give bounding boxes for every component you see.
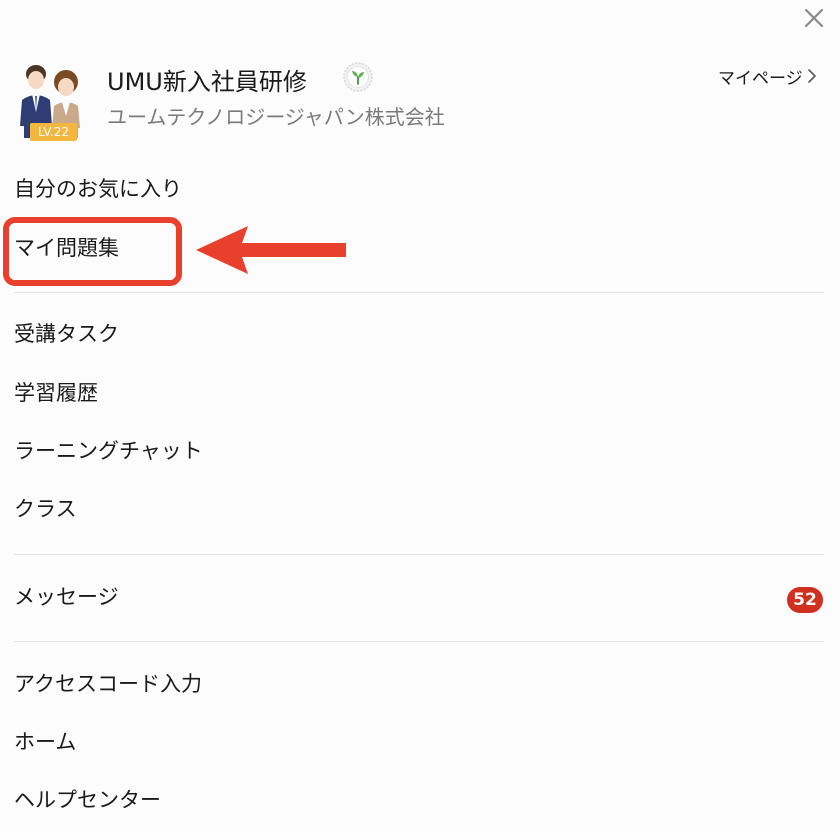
menu-item-class[interactable]: クラス (14, 494, 77, 524)
leaf-emblem-icon (343, 62, 373, 92)
divider (14, 641, 824, 642)
message-count-badge: 52 (787, 587, 823, 613)
mypage-label: マイページ (718, 68, 803, 89)
company-name: ユームテクノロジージャパン株式会社 (107, 105, 445, 129)
divider (14, 554, 824, 555)
course-title: UMU新入社員研修 (107, 68, 307, 96)
menu-item-learning-chat[interactable]: ラーニングチャット (14, 436, 203, 466)
divider (14, 292, 824, 293)
side-menu-panel: LV.22 UMU新入社員研修 ユームテクノロジージャパン株式会社 マイページ … (0, 0, 840, 833)
highlight-box (3, 217, 182, 286)
menu-item-help-center[interactable]: ヘルプセンター (14, 785, 161, 815)
menu-item-access-code[interactable]: アクセスコード入力 (14, 669, 202, 699)
mypage-link[interactable]: マイページ (718, 64, 817, 89)
arrow-annotation (196, 226, 346, 274)
menu-item-tasks[interactable]: 受講タスク (14, 319, 119, 349)
menu-item-learning-history[interactable]: 学習履歴 (14, 378, 98, 408)
menu-item-home[interactable]: ホーム (14, 727, 76, 757)
menu-item-messages[interactable]: メッセージ (14, 582, 119, 612)
close-button[interactable] (800, 4, 828, 32)
chevron-right-icon (807, 69, 816, 83)
level-badge: LV.22 (30, 123, 77, 141)
close-icon (804, 8, 824, 28)
menu-item-favorites[interactable]: 自分のお気に入り (14, 174, 182, 204)
